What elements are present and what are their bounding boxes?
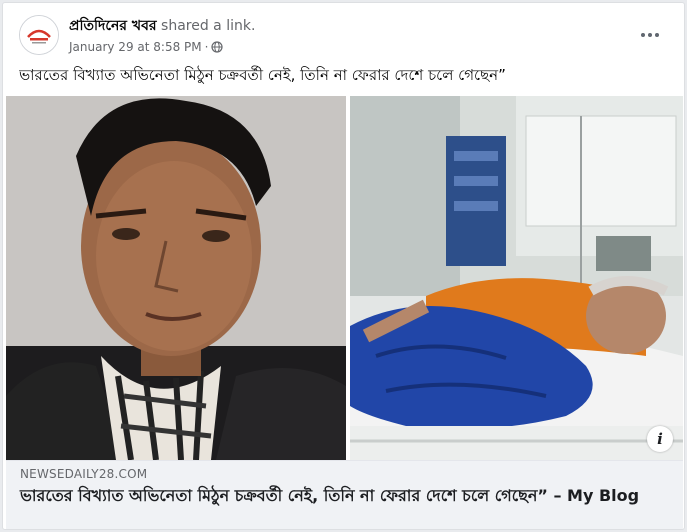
post-header: প্রতিদিনের খবর shared a link. January 29… <box>19 15 672 59</box>
link-preview-image[interactable]: i <box>6 96 683 460</box>
post-message: ভারতের বিখ্যাত অভিনেতা মিঠুন চক্রবর্তী ন… <box>19 66 506 84</box>
post-meta: January 29 at 8:58 PM · <box>69 39 224 57</box>
share-action: shared a link. <box>161 18 256 34</box>
post-timestamp[interactable]: January 29 at 8:58 PM <box>69 40 202 54</box>
author-line: প্রতিদিনের খবর shared a link. <box>69 17 255 35</box>
link-domain: NEWSEDAILY28.COM <box>20 467 148 481</box>
author-name[interactable]: প্রতিদিনের খবর <box>69 18 157 34</box>
link-preview-box[interactable]: NEWSEDAILY28.COM ভারতের বিখ্যাত অভিনেতা … <box>6 460 683 529</box>
page-avatar[interactable] <box>19 15 59 55</box>
info-icon[interactable]: i <box>647 426 673 452</box>
globe-icon <box>211 41 224 57</box>
post-card: প্রতিদিনের খবর shared a link. January 29… <box>2 2 685 530</box>
page-logo <box>20 16 58 54</box>
link-title[interactable]: ভারতের বিখ্যাত অভিনেতা মিঠুন চক্রবর্তী ন… <box>20 485 673 506</box>
preview-photo <box>6 96 683 460</box>
more-options-icon[interactable] <box>636 25 664 45</box>
meta-separator: · <box>204 40 209 54</box>
